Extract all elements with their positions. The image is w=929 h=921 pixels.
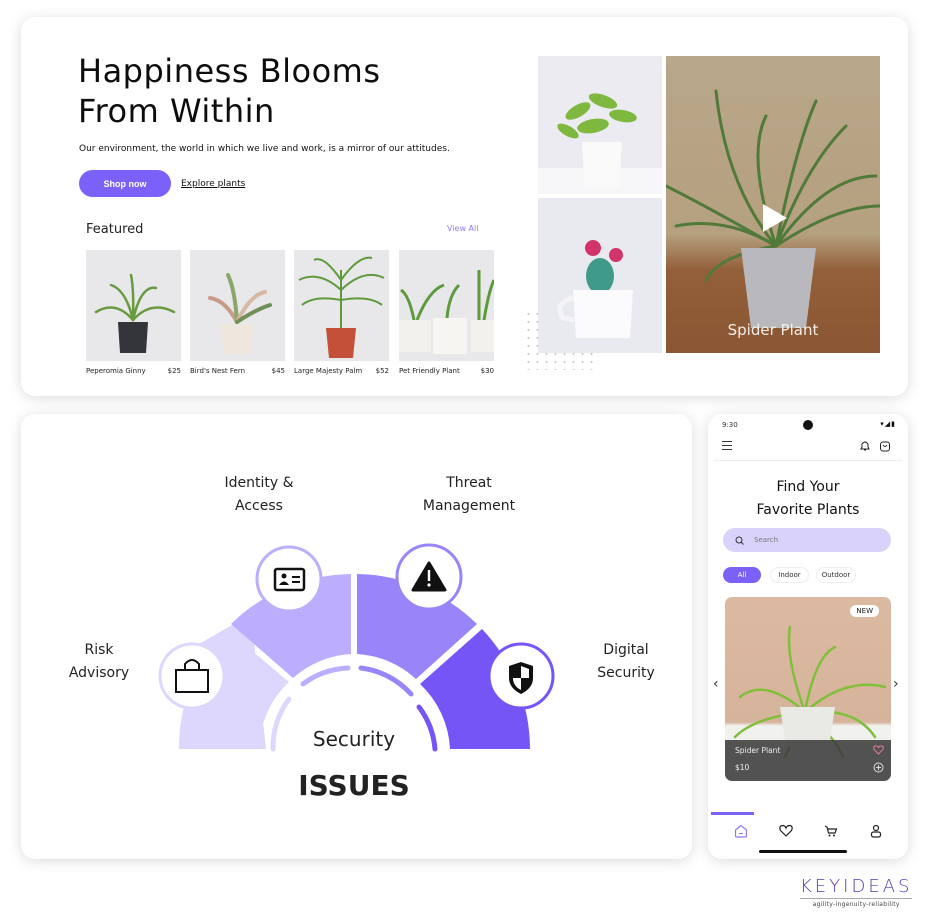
- hero-subtitle: Our environment, the world in which we l…: [79, 144, 450, 154]
- hero-card: Happiness Blooms From Within Our environ…: [21, 17, 908, 396]
- plant-illustration: [298, 256, 385, 358]
- product-info-bar: Spider Plant $10: [725, 740, 891, 781]
- plant-illustration: [557, 240, 633, 338]
- plant-illustration: [399, 270, 494, 354]
- center-label-security: Security: [312, 727, 396, 751]
- search-input[interactable]: [754, 536, 874, 544]
- hero-title-line1: Happiness Blooms: [78, 52, 381, 90]
- product-image: [190, 250, 285, 361]
- product-image: [86, 250, 181, 361]
- cart-bag-icon[interactable]: [879, 440, 891, 452]
- search-bar[interactable]: [723, 528, 891, 552]
- plant-illustration: [538, 93, 662, 194]
- profile-icon[interactable]: [869, 824, 883, 838]
- product-image: [399, 250, 494, 361]
- shop-now-button[interactable]: Shop now: [79, 170, 171, 197]
- video-caption: Spider Plant: [727, 321, 819, 339]
- product-price: $52: [375, 367, 389, 375]
- carousel-next-arrow[interactable]: ›: [893, 676, 899, 692]
- mobile-app-mockup: 9:30 ▾◢▮ Find YourFavorite Plants All In…: [708, 414, 908, 859]
- product-price: $10: [735, 763, 750, 772]
- brand-tagline: agility-ingenuity-reliability: [812, 901, 900, 908]
- brand-name: KEYIDEAS: [800, 876, 913, 897]
- product-image: [294, 250, 389, 361]
- new-badge: NEW: [850, 605, 879, 617]
- play-icon[interactable]: [763, 204, 787, 232]
- home-icon[interactable]: [734, 824, 748, 838]
- product-card[interactable]: Pet Friendly Plant $30: [399, 250, 494, 375]
- camera-notch: [803, 420, 813, 430]
- brand-logo: KEYIDEAS agility-ingenuity-reliability: [800, 876, 913, 908]
- product-card[interactable]: Large Majesty Palm $52: [294, 250, 389, 375]
- explore-plants-link[interactable]: Explore plants: [181, 179, 245, 189]
- phone-title: Find Your Favorite Plants: [756, 479, 860, 518]
- menu-icon[interactable]: [722, 441, 732, 453]
- product-price: $25: [167, 367, 181, 375]
- header-divider: [714, 460, 902, 461]
- filter-chip-indoor[interactable]: Indoor: [770, 567, 809, 583]
- gallery-image-cactus[interactable]: [538, 198, 662, 353]
- cart-icon[interactable]: [824, 824, 838, 838]
- hero-title-line2: From Within: [78, 92, 275, 130]
- featured-heading: Featured: [86, 222, 144, 237]
- product-price: $45: [271, 367, 285, 375]
- add-to-cart-icon[interactable]: [873, 762, 884, 773]
- plant-illustration: [94, 273, 176, 353]
- product-name: Bird's Nest Fern: [190, 367, 246, 375]
- heart-icon[interactable]: [778, 824, 793, 838]
- product-name: Peperomia Ginny: [86, 367, 146, 375]
- home-indicator: [759, 850, 847, 853]
- product-card[interactable]: Bird's Nest Fern $45: [190, 250, 285, 375]
- product-name: Pet Friendly Plant: [399, 367, 460, 375]
- product-name: Large Majesty Palm: [294, 367, 363, 375]
- hero-title: Happiness Blooms From Within: [78, 51, 498, 131]
- carousel-progress: [711, 812, 754, 815]
- product-name: Spider Plant: [735, 746, 781, 755]
- center-label-issues: ISSUES: [298, 769, 410, 802]
- product-price: $30: [480, 367, 494, 375]
- status-time: 9:30: [722, 421, 738, 429]
- view-all-link[interactable]: View All: [447, 224, 478, 233]
- carousel-prev-arrow[interactable]: ‹: [713, 676, 719, 692]
- product-card-featured[interactable]: NEW Spider Plant $10: [725, 597, 891, 781]
- bottom-nav: [708, 824, 908, 838]
- filter-chip-outdoor[interactable]: Outdoor: [816, 567, 856, 583]
- bell-icon[interactable]: [859, 440, 871, 452]
- heart-icon[interactable]: [873, 745, 884, 755]
- gallery-image-pothos[interactable]: [538, 56, 662, 194]
- filter-chip-all[interactable]: All: [723, 567, 761, 583]
- plant-illustration: [208, 273, 272, 354]
- search-icon: [735, 536, 744, 545]
- security-issues-card: Risk Advisory Identity & Access Threat Mana…: [21, 414, 692, 859]
- video-spider-plant[interactable]: Spider Plant: [666, 56, 880, 353]
- status-icons: ▾◢▮: [880, 420, 896, 428]
- product-card[interactable]: Peperomia Ginny $25: [86, 250, 181, 375]
